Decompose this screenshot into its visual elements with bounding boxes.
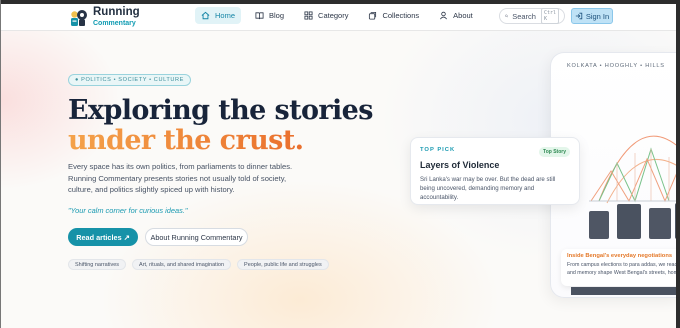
site-header: Running Commentary Home Blog Category Co… bbox=[1, 4, 676, 31]
search-box[interactable]: Search Ctrl K bbox=[499, 8, 565, 24]
card-summary: Sri Lanka's war may be over. But the dea… bbox=[420, 176, 556, 201]
logo-mark-icon bbox=[69, 7, 89, 27]
pier-2 bbox=[617, 204, 641, 239]
search-label: Search bbox=[512, 11, 536, 21]
home-icon bbox=[201, 11, 210, 20]
window-frame-right bbox=[676, 0, 680, 328]
nav-blog[interactable]: Blog bbox=[249, 7, 290, 24]
logo-title: Running bbox=[93, 6, 140, 19]
sign-in-button[interactable]: Sign In bbox=[571, 8, 613, 24]
card-title[interactable]: Layers of Violence bbox=[420, 160, 570, 170]
panel-bottom-bar bbox=[571, 287, 680, 295]
nav-about-label: About bbox=[453, 11, 473, 20]
pier-3 bbox=[649, 208, 671, 239]
caption-title: Inside Bengal's everyday negotiations bbox=[567, 253, 673, 259]
search-icon bbox=[505, 14, 508, 18]
bridge-cable-1 bbox=[598, 147, 670, 203]
pier-1 bbox=[589, 211, 609, 239]
user-icon bbox=[440, 11, 448, 20]
headline-line-2: under the crust. bbox=[68, 126, 373, 156]
hero-tagline: "Your calm corner for curious ideas." bbox=[68, 206, 188, 215]
window-frame-top bbox=[0, 0, 680, 4]
top-pick-card[interactable]: TOP PICK Top Story Layers of Violence Sr… bbox=[410, 137, 580, 205]
nav-category-label: Category bbox=[318, 11, 349, 20]
nav-category[interactable]: Category bbox=[298, 7, 354, 24]
headline-line-1: Exploring the stories bbox=[68, 95, 373, 126]
caption-line-2: and memory shape West Bengal's streets, … bbox=[567, 270, 680, 276]
topic-chips: Shifting narratives Art, rituals, and sh… bbox=[68, 259, 335, 270]
book-icon bbox=[255, 12, 264, 20]
search-shortcut: Ctrl K bbox=[540, 8, 559, 24]
hero-headline: Exploring the stories under the crust. bbox=[68, 96, 373, 156]
caption-line-1: From campus elections to para addas, we … bbox=[567, 262, 680, 268]
panel-caption-card: Inside Bengal's everyday negotiations Fr… bbox=[561, 249, 680, 286]
window-frame-left bbox=[0, 0, 1, 328]
grid-icon bbox=[304, 11, 313, 20]
chip-art-rituals[interactable]: Art, rituals, and shared imagination bbox=[132, 259, 232, 270]
chip-shifting-narratives[interactable]: Shifting narratives bbox=[68, 259, 127, 270]
nav-collections[interactable]: Collections bbox=[362, 7, 425, 24]
top-story-badge: Top Story bbox=[539, 147, 570, 157]
main-nav: Home Blog Category Collections About bbox=[195, 7, 487, 24]
nav-collections-label: Collections bbox=[382, 11, 420, 20]
headline-accent: under the crust. bbox=[68, 125, 304, 156]
topic-tag-pill: ● POLITICS • SOCIETY • CULTURE bbox=[68, 74, 192, 86]
chip-people-public-life[interactable]: People, public life and struggles bbox=[237, 259, 329, 270]
hero-description: Every space has its own politics, from p… bbox=[68, 162, 293, 194]
collection-icon bbox=[369, 11, 377, 20]
sign-in-label: Sign In bbox=[585, 11, 610, 21]
logo-subtitle: Commentary bbox=[93, 19, 136, 27]
nav-home[interactable]: Home bbox=[195, 7, 242, 24]
login-icon bbox=[575, 12, 583, 20]
site-logo[interactable]: Running Commentary bbox=[69, 7, 140, 27]
nav-home-label: Home bbox=[215, 11, 236, 20]
nav-blog-label: Blog bbox=[269, 11, 285, 20]
read-articles-button[interactable]: Read articles ↗ bbox=[68, 228, 138, 246]
bridge-arch-main bbox=[598, 135, 680, 202]
about-button[interactable]: About Running Commentary bbox=[145, 228, 248, 246]
nav-about[interactable]: About bbox=[433, 7, 479, 24]
